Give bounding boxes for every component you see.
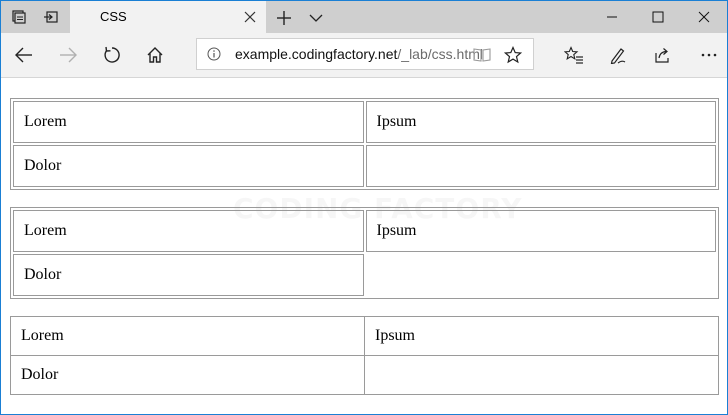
forward-icon[interactable] — [52, 39, 84, 71]
tab-css[interactable]: CSS — [70, 1, 266, 33]
table-empty-cells-hidden: Lorem Ipsum Dolor — [10, 207, 719, 299]
table-cell: Lorem — [10, 316, 365, 356]
info-icon[interactable] — [207, 47, 221, 61]
table-cell: Dolor — [10, 355, 365, 395]
table-cell-empty — [366, 254, 717, 296]
set-tabs-aside-icon[interactable] — [3, 1, 35, 33]
table-cell — [365, 145, 716, 187]
home-icon[interactable] — [139, 39, 171, 71]
new-tab-plus-icon[interactable] — [273, 7, 295, 29]
tab-title: CSS — [100, 9, 127, 24]
table-row: Lorem Ipsum — [13, 210, 716, 252]
table-cell: Lorem — [13, 210, 364, 252]
share-icon[interactable] — [646, 39, 678, 71]
minimize-icon[interactable] — [589, 1, 635, 33]
address-bar[interactable]: example.codingfactory.net/_lab/css.html — [196, 38, 534, 70]
table-separate-borders: Lorem Ipsum Dolor — [10, 98, 719, 190]
chevron-down-icon[interactable] — [305, 7, 327, 29]
notes-pen-icon[interactable] — [602, 39, 634, 71]
close-icon[interactable] — [681, 1, 727, 33]
page-content: CODING FACTORY Lorem Ipsum Dolor Lorem I… — [1, 78, 727, 414]
show-aside-tabs-icon[interactable] — [35, 1, 67, 33]
url-host: example.codingfactory.net — [235, 46, 398, 62]
favorite-star-icon[interactable] — [502, 44, 524, 66]
table-row: Dolor — [13, 145, 716, 187]
browser-window: CSS example.codingfactory.net/_lab/css.h… — [0, 0, 728, 415]
table-cell: Dolor — [13, 254, 364, 296]
more-icon[interactable] — [695, 39, 723, 71]
table-cell: Ipsum — [365, 210, 716, 252]
table-row: Lorem Ipsum — [13, 101, 716, 143]
table-row: Dolor — [13, 254, 716, 296]
url-path: /_lab/css.html — [397, 46, 483, 62]
table-cell: Ipsum — [364, 316, 719, 356]
table-collapsed-borders: Lorem Ipsum Dolor — [10, 316, 719, 395]
table-row: Dolor — [10, 355, 719, 395]
navigation-bar: example.codingfactory.net/_lab/css.html — [1, 33, 727, 78]
favorites-list-icon[interactable] — [558, 39, 590, 71]
title-bar: CSS — [1, 1, 727, 33]
maximize-icon[interactable] — [635, 1, 681, 33]
table-cell: Dolor — [13, 145, 364, 187]
table-cell: Lorem — [13, 101, 364, 143]
refresh-icon[interactable] — [96, 39, 128, 71]
table-cell — [364, 355, 719, 395]
reading-view-icon[interactable] — [472, 45, 492, 65]
url-text: example.codingfactory.net/_lab/css.html — [235, 46, 483, 62]
table-cell: Ipsum — [365, 101, 716, 143]
tab-close-icon[interactable] — [240, 7, 260, 27]
back-icon[interactable] — [8, 39, 40, 71]
table-row: Lorem Ipsum — [10, 316, 719, 356]
